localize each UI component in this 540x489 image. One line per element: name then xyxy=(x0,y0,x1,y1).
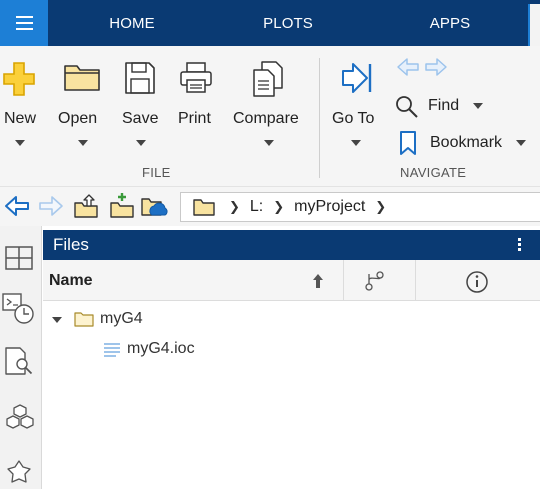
printer-icon xyxy=(180,62,212,93)
goto-dropdown-caret[interactable] xyxy=(351,140,361,146)
tab-plots[interactable]: PLOTS xyxy=(222,0,354,46)
compare-documents-icon xyxy=(253,61,283,97)
bookmark-dropdown-caret[interactable] xyxy=(516,140,527,146)
navigate-forward-icon[interactable] xyxy=(424,57,448,77)
path-field[interactable]: ❯ L: ❯ myProject ❯ xyxy=(180,192,540,222)
files-panel: Files Name myG4 myG4.ioc xyxy=(43,226,540,489)
column-divider[interactable] xyxy=(415,260,416,301)
text-file-icon xyxy=(104,343,120,357)
open-label: Open xyxy=(58,110,98,127)
find-button[interactable]: Find xyxy=(394,94,484,118)
bookmark-button[interactable]: Bookmark xyxy=(398,130,527,156)
tree-item-label: myG4 xyxy=(100,310,143,327)
file-group-label: FILE xyxy=(142,165,171,180)
breadcrumb-separator-icon[interactable]: ❯ xyxy=(375,199,386,215)
column-divider[interactable] xyxy=(343,260,344,301)
browse-folder-icon[interactable] xyxy=(108,191,136,219)
plus-icon xyxy=(3,62,35,96)
up-one-level-icon[interactable] xyxy=(72,193,100,219)
print-label: Print xyxy=(178,110,211,127)
find-label: Find xyxy=(428,97,460,114)
navigate-back-icon[interactable] xyxy=(396,57,420,77)
folder-icon xyxy=(64,65,100,91)
open-dropdown-caret[interactable] xyxy=(78,140,88,146)
save-dropdown-caret[interactable] xyxy=(136,140,146,146)
packages-icon[interactable] xyxy=(3,402,37,434)
forward-arrow-icon[interactable] xyxy=(38,195,64,217)
tree-row-file[interactable]: myG4.ioc xyxy=(43,336,540,364)
navigate-group-label: NAVIGATE xyxy=(400,165,467,180)
left-sidebar xyxy=(0,226,42,489)
layout-grid-icon[interactable] xyxy=(3,244,35,272)
tree-item-label: myG4.ioc xyxy=(127,340,195,357)
breadcrumb-drive[interactable]: L: xyxy=(250,198,263,216)
add-ons-icon[interactable] xyxy=(3,458,35,488)
find-files-icon[interactable] xyxy=(3,346,37,378)
info-icon[interactable] xyxy=(465,270,489,294)
floppy-disk-icon xyxy=(125,62,155,94)
bookmark-label: Bookmark xyxy=(430,134,503,151)
column-header-row: Name xyxy=(43,260,540,301)
files-panel-title: Files xyxy=(53,235,89,254)
breadcrumb-project[interactable]: myProject xyxy=(294,198,365,216)
hamburger-menu-icon[interactable] xyxy=(0,0,48,46)
compare-dropdown-caret[interactable] xyxy=(264,140,274,146)
new-dropdown-caret[interactable] xyxy=(15,140,25,146)
toolstrip: New Open Save Print Compare FILE Go To F… xyxy=(0,46,540,186)
folder-icon xyxy=(193,199,215,216)
tree-row-folder[interactable]: myG4 xyxy=(43,306,540,334)
tab-apps[interactable]: APPS xyxy=(380,0,520,46)
magnifier-icon xyxy=(396,96,418,118)
compare-label: Compare xyxy=(233,110,299,127)
more-options-icon[interactable] xyxy=(518,238,522,253)
files-panel-header: Files xyxy=(43,230,540,260)
sort-ascending-icon[interactable] xyxy=(311,272,325,290)
address-bar: ❯ L: ❯ myProject ❯ xyxy=(0,186,540,226)
cloud-folder-icon[interactable] xyxy=(140,193,168,219)
new-label: New xyxy=(4,110,37,127)
goto-label: Go To xyxy=(332,110,375,127)
save-label: Save xyxy=(122,110,159,127)
bookmark-icon xyxy=(400,131,416,155)
group-divider xyxy=(319,58,320,178)
find-dropdown-caret[interactable] xyxy=(473,103,484,109)
source-control-icon[interactable] xyxy=(363,270,387,292)
goto-icon xyxy=(342,63,372,93)
tab-home[interactable]: HOME xyxy=(62,0,202,46)
active-tab-edge[interactable] xyxy=(528,4,540,46)
breadcrumb-separator-icon: ❯ xyxy=(229,199,240,214)
column-header-name[interactable]: Name xyxy=(49,260,93,301)
expand-caret-icon[interactable] xyxy=(51,316,63,324)
breadcrumb-separator-icon: ❯ xyxy=(273,199,285,214)
tab-bar: HOME PLOTS APPS xyxy=(0,0,540,46)
command-history-icon[interactable] xyxy=(1,292,37,326)
folder-icon xyxy=(74,312,94,327)
back-arrow-icon[interactable] xyxy=(4,195,30,217)
